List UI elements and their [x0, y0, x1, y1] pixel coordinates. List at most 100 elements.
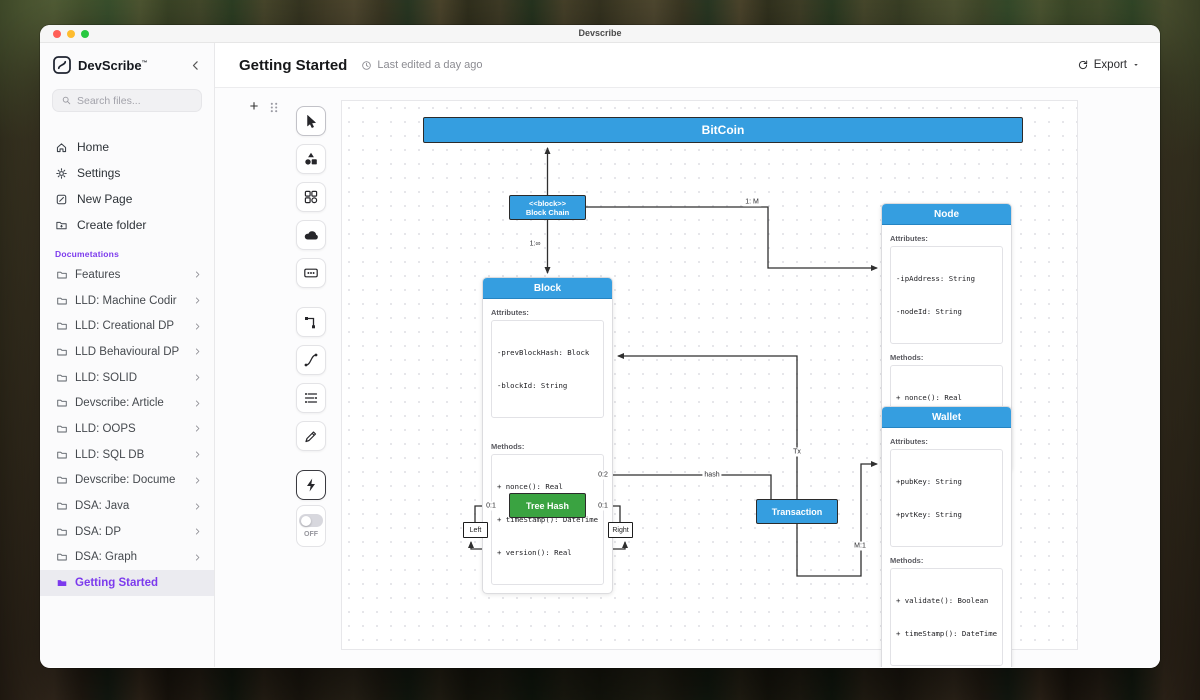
sidebar-item-dsa-graph[interactable]: DSA: Graph [40, 545, 214, 571]
toggle-label: OFF [304, 531, 318, 538]
tool-line-styles[interactable] [296, 383, 326, 413]
tool-layout-grid[interactable] [296, 182, 326, 212]
doc-label: LLD: OOPS [75, 423, 136, 435]
class-wallet[interactable]: Wallet Attributes: +pubKey: String +pvtK… [881, 406, 1012, 667]
sidebar-item-getting-started[interactable]: Getting Started [40, 570, 214, 596]
method-line: + nonce(): Real [497, 481, 598, 492]
window-controls [53, 30, 89, 38]
attribute-line: -prevBlockHash: Block [497, 347, 598, 358]
sidebar-header: DevScribe™ [40, 43, 214, 75]
sidebar-item-devscribe-article[interactable]: Devscribe: Article [40, 390, 214, 416]
folder-icon [56, 423, 68, 435]
treehash-node[interactable]: Tree Hash [509, 493, 586, 518]
sidebar-item-home[interactable]: Home [40, 134, 214, 160]
drag-dots-icon [267, 100, 281, 115]
left-node[interactable]: Left [463, 522, 488, 538]
blockchain-stereotype: <<block>> [529, 199, 566, 208]
folder-plus-icon [55, 219, 68, 232]
attributes-label: Attributes: [890, 234, 1003, 243]
search-icon [61, 95, 72, 106]
sidebar-item-lld-solid[interactable]: LLD: SOLID [40, 365, 214, 391]
close-button[interactable] [53, 30, 61, 38]
sidebar-item-dsa-java[interactable]: DSA: Java [40, 493, 214, 519]
toggle-switch[interactable] [299, 514, 323, 527]
doc-label: Getting Started [75, 577, 158, 589]
attribute-line: -blockId: String [497, 380, 598, 391]
sidebar-collapse-button[interactable] [189, 59, 202, 72]
drag-handle[interactable] [267, 100, 281, 115]
active-doc-icon [56, 577, 68, 589]
sidebar-item-new-page[interactable]: New Page [40, 186, 214, 212]
class-block[interactable]: Block Attributes: -prevBlockHash: Block … [482, 277, 613, 594]
doc-label: LLD: SQL DB [75, 449, 144, 461]
transaction-node[interactable]: Transaction [756, 499, 838, 524]
tool-elbow-connector[interactable] [296, 307, 326, 337]
doc-label: LLD: Machine Codir [75, 295, 177, 307]
sidebar-item-lld-creational-dp[interactable]: LLD: Creational DP [40, 313, 214, 339]
sidebar-item-devscribe-document[interactable]: Devscribe: Docume [40, 468, 214, 494]
search-input[interactable] [77, 95, 193, 107]
methods-list: + nonce(): Real + timeStamp(): DateTime … [491, 454, 604, 585]
pointer-icon [303, 113, 319, 129]
line-styles-icon [303, 390, 319, 406]
tool-cloud[interactable] [296, 220, 326, 250]
method-line: + version(): Real [497, 547, 598, 558]
folder-icon [56, 372, 68, 384]
doc-label: DSA: DP [75, 526, 121, 538]
clock-icon [361, 60, 372, 71]
sidebar-item-lld-sql-db[interactable]: LLD: SQL DB [40, 442, 214, 468]
attribute-line: -ipAddress: String [896, 273, 997, 284]
chevron-right-icon [193, 296, 202, 305]
tool-pen[interactable] [296, 421, 326, 451]
tool-text-block[interactable] [296, 258, 326, 288]
pen-icon [303, 428, 319, 444]
zoom-button[interactable] [81, 30, 89, 38]
toggle-knob [301, 516, 311, 526]
tool-shapes[interactable] [296, 144, 326, 174]
grid-icon [303, 189, 319, 205]
right-node[interactable]: Right [608, 522, 633, 538]
sidebar-item-features[interactable]: Features [40, 262, 214, 288]
folder-icon [56, 474, 68, 486]
doc-label: LLD Behavioural DP [75, 346, 179, 358]
window-title: Devscribe [40, 25, 1160, 42]
sidebar-item-dsa-dp[interactable]: DSA: DP [40, 519, 214, 545]
chevron-right-icon [193, 553, 202, 562]
minimize-button[interactable] [67, 30, 75, 38]
chevron-right-icon [193, 399, 202, 408]
diagram-board[interactable]: BitCoin <<block>> Block Chain Node Attri… [341, 100, 1078, 650]
editor-canvas[interactable]: + OFF [215, 88, 1160, 667]
sidebar-item-create-folder[interactable]: Create folder [40, 212, 214, 238]
folder-icon [56, 449, 68, 461]
window-titlebar: Devscribe [40, 25, 1160, 43]
add-element-button[interactable]: + [245, 98, 263, 116]
sidebar-item-lld-machine-coding[interactable]: LLD: Machine Codir [40, 288, 214, 314]
edge-label-m-one: M:1 [852, 542, 868, 551]
tool-pointer[interactable] [296, 106, 326, 136]
nav-label: Settings [77, 166, 120, 180]
blockchain-node[interactable]: <<block>> Block Chain [509, 195, 586, 220]
chevron-right-icon [193, 450, 202, 459]
sidebar-item-lld-behavioural-dp[interactable]: LLD Behavioural DP [40, 339, 214, 365]
edge-label-right-mult: 0:1 [596, 502, 610, 511]
canvas-toggle[interactable]: OFF [296, 505, 326, 547]
class-node-title: Node [882, 204, 1011, 225]
curve-connector-icon [303, 352, 319, 368]
page-title: Getting Started [239, 57, 347, 74]
gear-icon [55, 167, 68, 180]
chevron-right-icon [193, 270, 202, 279]
app-name: DevScribe™ [78, 58, 148, 73]
bitcoin-title-node[interactable]: BitCoin [423, 117, 1023, 143]
attributes-label: Attributes: [890, 437, 1003, 446]
tool-bolt[interactable] [296, 470, 326, 500]
elbow-connector-icon [303, 314, 319, 330]
export-button[interactable]: Export [1077, 59, 1140, 71]
search-box[interactable] [52, 89, 202, 112]
sidebar-item-lld-oops[interactable]: LLD: OOPS [40, 416, 214, 442]
tool-curve-connector[interactable] [296, 345, 326, 375]
page-header: Getting Started Last edited a day ago Ex… [215, 43, 1160, 88]
sidebar-item-settings[interactable]: Settings [40, 160, 214, 186]
last-edited-status: Last edited a day ago [361, 59, 482, 71]
folder-icon [56, 526, 68, 538]
folder-icon [56, 397, 68, 409]
